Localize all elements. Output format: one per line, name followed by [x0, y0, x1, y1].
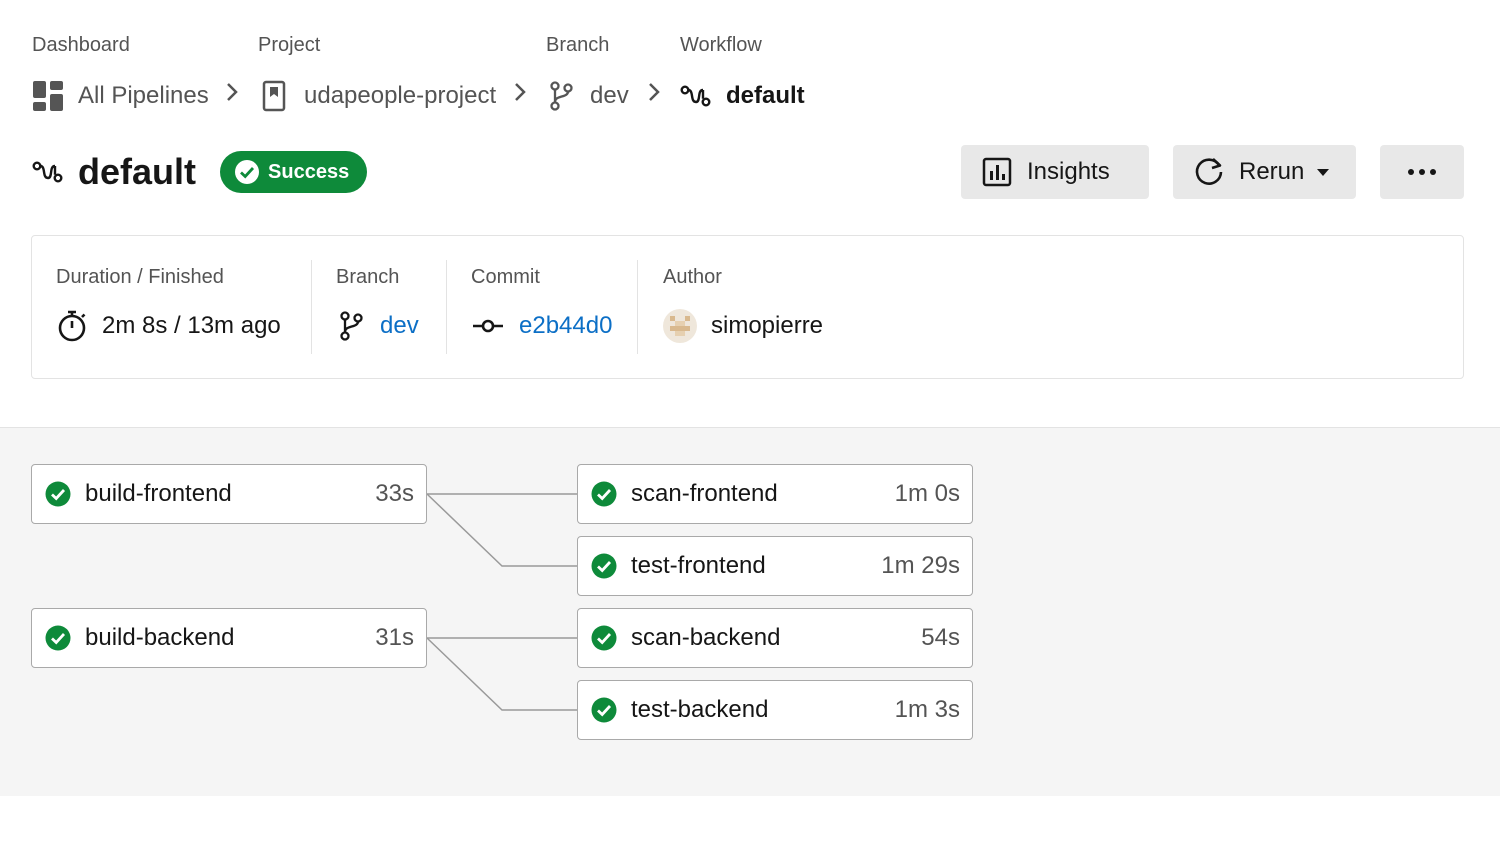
edge-build-frontend-test-frontend — [426, 493, 578, 567]
check-circle-icon — [591, 553, 617, 579]
breadcrumb-dashboard-label: Dashboard — [32, 34, 130, 56]
job-duration: 1m 0s — [894, 480, 960, 507]
check-circle-icon — [45, 481, 71, 507]
rerun-button-label: Rerun — [1239, 158, 1305, 185]
job-duration: 31s — [375, 624, 414, 651]
breadcrumb-workflow-label: Workflow — [680, 34, 762, 56]
check-circle-icon — [591, 697, 617, 723]
author-name: simopierre — [711, 312, 824, 339]
job-test-frontend[interactable]: test-frontend 1m 29s — [577, 536, 973, 596]
insights-button-label: Insights — [1027, 158, 1110, 185]
job-name: test-backend — [631, 696, 769, 723]
author-value[interactable]: simopierre — [663, 309, 824, 343]
status-badge-text: Success — [268, 160, 350, 183]
stopwatch-icon — [56, 309, 88, 343]
ellipsis-icon — [1407, 168, 1437, 176]
job-name: build-backend — [85, 624, 235, 651]
duration-label: Duration / Finished — [56, 266, 224, 288]
chevron-right-icon — [512, 80, 528, 109]
branch-link[interactable]: dev — [336, 310, 419, 342]
workflow-info-card: Duration / Finished 2m 8s / 13m ago Bran… — [31, 235, 1464, 379]
breadcrumb-all-pipelines-text: All Pipelines — [78, 82, 209, 109]
edge-build-backend-test-backend — [426, 637, 578, 711]
git-branch-icon — [546, 80, 576, 112]
check-circle-icon — [591, 481, 617, 507]
job-name: scan-backend — [631, 624, 781, 651]
breadcrumb-branch-label: Branch — [546, 34, 610, 56]
job-name: test-frontend — [631, 552, 766, 579]
chevron-right-icon — [224, 80, 240, 109]
duration-value: 2m 8s / 13m ago — [56, 310, 281, 342]
duration-value-text: 2m 8s / 13m ago — [102, 312, 281, 339]
check-circle-icon — [591, 625, 617, 651]
check-circle-icon — [235, 160, 260, 184]
status-badge: Success — [220, 151, 368, 193]
job-build-frontend[interactable]: build-frontend 33s — [31, 464, 427, 524]
more-options-button[interactable] — [1380, 145, 1464, 199]
job-duration: 1m 3s — [894, 696, 960, 723]
workflow-graph: build-frontend 33s scan-frontend 1m 0s t… — [0, 427, 1500, 796]
job-name: scan-frontend — [631, 480, 778, 507]
divider — [311, 260, 312, 354]
avatar — [663, 309, 697, 343]
page-title: default — [78, 151, 197, 192]
divider — [446, 260, 447, 354]
chevron-right-icon — [646, 80, 662, 109]
breadcrumb-dashboard: Dashboard All Pipelines — [32, 32, 209, 114]
divider — [637, 260, 638, 354]
job-build-backend[interactable]: build-backend 31s — [31, 608, 427, 668]
breadcrumb-project: Project udapeople-project — [258, 32, 496, 114]
breadcrumb-all-pipelines-link[interactable]: All Pipelines — [32, 78, 209, 114]
job-scan-backend[interactable]: scan-backend 54s — [577, 608, 973, 668]
workflow-header: default Success — [32, 150, 368, 194]
breadcrumb-workflow: Workflow default — [680, 32, 805, 114]
git-commit-icon — [471, 310, 505, 342]
job-name: build-frontend — [85, 480, 232, 507]
insights-button[interactable]: Insights — [961, 145, 1149, 199]
workflow-icon — [32, 158, 64, 186]
commit-link[interactable]: e2b44d0 — [471, 310, 612, 342]
breadcrumb-branch-link[interactable]: dev — [546, 78, 629, 114]
bookmark-icon — [258, 80, 290, 112]
check-circle-icon — [45, 625, 71, 651]
breadcrumb-project-text: udapeople-project — [304, 82, 497, 109]
breadcrumb-project-label: Project — [258, 34, 321, 56]
refresh-icon — [1193, 156, 1225, 188]
branch-label: Branch — [336, 266, 400, 288]
job-test-backend[interactable]: test-backend 1m 3s — [577, 680, 973, 740]
git-branch-icon — [336, 310, 366, 342]
branch-value-text: dev — [380, 312, 419, 339]
breadcrumb-workflow-text: default — [726, 82, 805, 109]
job-duration: 54s — [921, 624, 960, 651]
dashboard-grid-icon — [32, 80, 64, 112]
author-label: Author — [663, 266, 722, 288]
bar-chart-icon — [981, 156, 1013, 188]
workflow-icon — [680, 82, 712, 110]
commit-label: Commit — [471, 266, 540, 288]
breadcrumb-branch-text: dev — [590, 82, 629, 109]
job-scan-frontend[interactable]: scan-frontend 1m 0s — [577, 464, 973, 524]
rerun-button[interactable]: Rerun — [1173, 145, 1356, 199]
caret-down-icon — [1316, 167, 1330, 177]
job-duration: 33s — [375, 480, 414, 507]
job-duration: 1m 29s — [881, 552, 960, 579]
breadcrumb-project-link[interactable]: udapeople-project — [258, 78, 496, 114]
breadcrumb-branch: Branch dev — [546, 32, 629, 114]
commit-value-text: e2b44d0 — [519, 312, 613, 339]
breadcrumb-workflow-current: default — [680, 78, 805, 114]
